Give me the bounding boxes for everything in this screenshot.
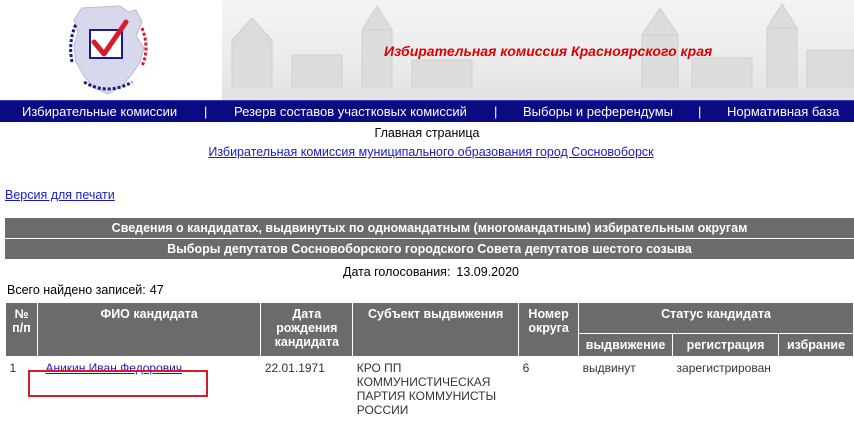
cell-subject: КРО ПП КОММУНИСТИЧЕСКАЯ ПАРТИЯ КОММУНИСТ… bbox=[356, 361, 497, 417]
col-header-name: ФИО кандидата bbox=[36, 302, 262, 357]
col-header-district: Номер округа bbox=[518, 302, 580, 357]
top-nav: Избирательные комиссии | Резерв составов… bbox=[0, 100, 854, 122]
vote-date-value: 13.09.2020 bbox=[456, 265, 519, 279]
print-version-link[interactable]: Версия для печати bbox=[5, 188, 115, 202]
cell-election bbox=[779, 357, 854, 422]
records-count-label: Всего найдено записей: bbox=[7, 283, 146, 297]
table-header-row: № п/п ФИО кандидата Дата рождения кандид… bbox=[5, 302, 854, 357]
cell-registration: зарегистрирован bbox=[676, 361, 771, 375]
records-count: Всего найдено записей: 47 bbox=[7, 283, 164, 297]
breadcrumb-commission-link[interactable]: Избирательная комиссия муниципального об… bbox=[208, 145, 653, 159]
breadcrumb-home: Главная страница bbox=[374, 126, 480, 140]
election-title: Выборы депутатов Сосновоборского городск… bbox=[5, 239, 854, 259]
nav-separator: | bbox=[204, 104, 208, 119]
col-header-status: Статус кандидата bbox=[578, 302, 854, 334]
cell-nomination: выдвинут bbox=[582, 361, 636, 375]
logo-emblem-icon bbox=[69, 5, 148, 95]
print-version: Версия для печати bbox=[5, 188, 115, 202]
page-title: Сведения о кандидатах, выдвинутых по одн… bbox=[5, 218, 854, 238]
vote-date-label: Дата голосования: bbox=[343, 265, 451, 279]
nav-item-reserve[interactable]: Резерв составов участковых комиссий bbox=[234, 104, 467, 119]
col-header-num: № п/п bbox=[5, 302, 38, 357]
header-kremlin-photo: Избирательная комиссия Красноярского кра… bbox=[222, 0, 854, 100]
commission-logo[interactable] bbox=[62, 2, 154, 98]
col-header-registration: регистрация bbox=[672, 333, 779, 357]
breadcrumb: Избирательная комиссия муниципального об… bbox=[0, 145, 854, 159]
nav-item-legal-base[interactable]: Нормативная база bbox=[727, 104, 839, 119]
col-header-election: избрание bbox=[778, 333, 854, 357]
records-count-value: 47 bbox=[149, 283, 164, 297]
site-header: Избирательная комиссия Красноярского кра… bbox=[0, 0, 854, 100]
nav-item-elections[interactable]: Выборы и референдумы bbox=[523, 104, 673, 119]
nav-item-commissions[interactable]: Избирательные комиссии bbox=[22, 104, 177, 119]
cell-dob: 22.01.1971 bbox=[264, 361, 325, 375]
nav-separator: | bbox=[698, 104, 702, 119]
col-header-subject: Субъект выдвижения bbox=[352, 302, 520, 357]
col-header-nomination: выдвижение bbox=[578, 333, 674, 357]
nav-separator: | bbox=[494, 104, 498, 119]
col-header-dob: Дата рождения кандидата bbox=[260, 302, 354, 357]
cell-district: 6 bbox=[522, 361, 530, 375]
candidate-highlight-box bbox=[28, 370, 208, 397]
site-title: Избирательная комиссия Красноярского кра… bbox=[384, 43, 713, 59]
candidates-table: № п/п ФИО кандидата Дата рождения кандид… bbox=[5, 302, 854, 421]
vote-date: Дата голосования: 13.09.2020 bbox=[0, 265, 854, 279]
